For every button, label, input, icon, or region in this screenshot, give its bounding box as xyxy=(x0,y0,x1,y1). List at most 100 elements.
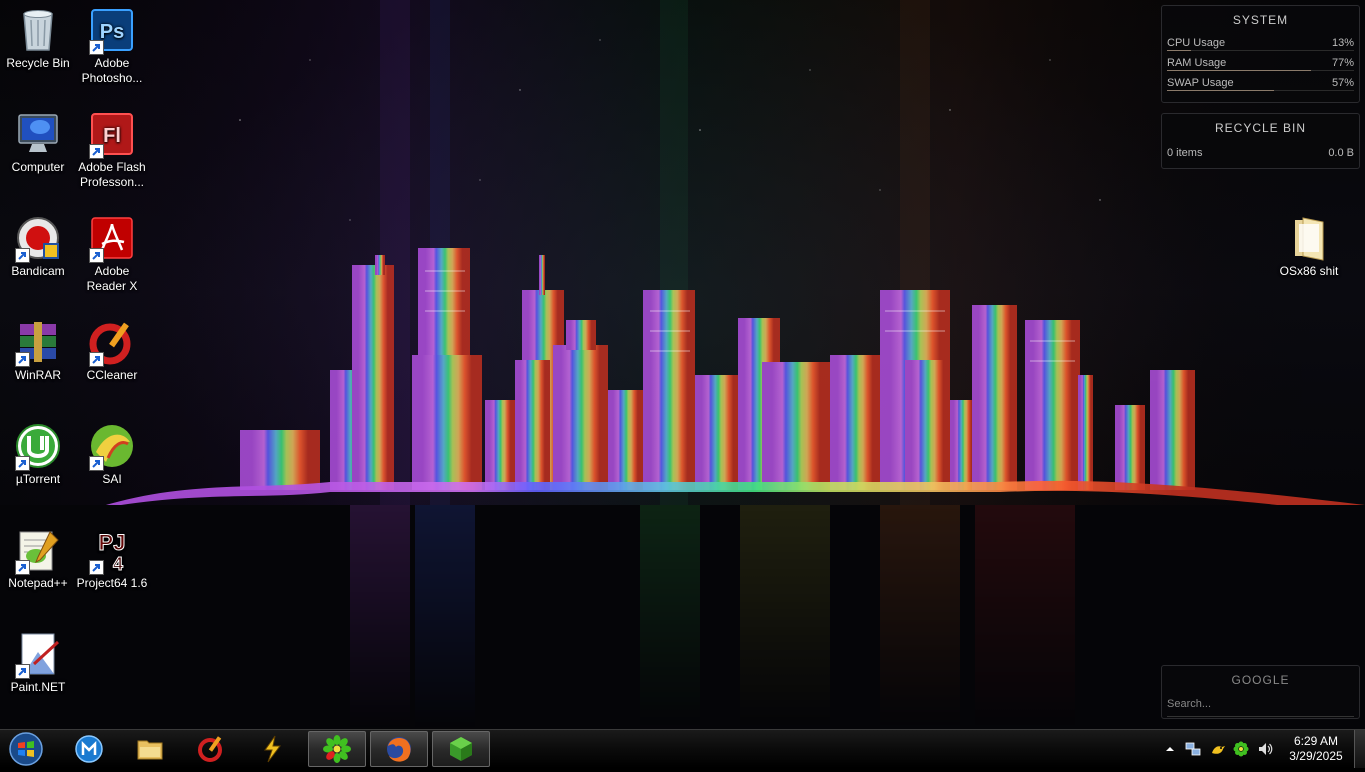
recycle-bin-icon xyxy=(23,10,53,51)
ccleaner-icon xyxy=(198,736,222,762)
desktop-icon-project64[interactable]: PJ 4 Project64 1.6 xyxy=(74,526,150,591)
network-icon xyxy=(1185,742,1201,756)
desktop-icon-label: Notepad++ xyxy=(8,576,68,590)
shortcut-arrow-icon xyxy=(15,456,30,471)
taskbar-maxthon[interactable] xyxy=(60,731,118,767)
icq-icon xyxy=(323,735,351,763)
tray-icq[interactable] xyxy=(1233,741,1249,757)
shortcut-arrow-icon xyxy=(15,248,30,263)
tray-volume[interactable] xyxy=(1257,741,1273,757)
desktop-icon-label: OSx86 shit xyxy=(1279,264,1339,278)
shortcut-arrow-icon xyxy=(89,248,104,263)
cpu-usage-value: 13% xyxy=(1331,37,1354,49)
swap-usage-row: SWAP Usage 57% xyxy=(1162,73,1359,93)
show-hidden-icons-button[interactable] xyxy=(1162,741,1178,757)
desktop-icon-bandicam[interactable]: Bandicam xyxy=(0,214,76,279)
swap-usage-label: SWAP Usage xyxy=(1167,77,1234,89)
explorer-folder-icon xyxy=(137,740,163,760)
cpu-usage-bar xyxy=(1167,50,1192,51)
desktop-icon-ccleaner[interactable]: CCleaner xyxy=(74,318,150,383)
tray-network[interactable] xyxy=(1185,741,1201,757)
recycle-bin-size: 0.0 B xyxy=(1328,147,1354,159)
desktop-icon-label: SAI xyxy=(102,472,122,486)
taskbar-icq[interactable] xyxy=(308,731,366,767)
gadget-title: SYSTEM xyxy=(1232,13,1289,27)
cube-icon xyxy=(450,737,472,761)
ram-usage-bar xyxy=(1167,70,1311,71)
desktop-icon-label: Recycle Bin xyxy=(6,56,70,70)
desktop-icon-notepadpp[interactable]: Notepad++ xyxy=(0,526,76,591)
desktop-icon-label: Computer xyxy=(11,160,65,174)
desktop-icon-label: Adobe Flash Professon... xyxy=(78,160,146,189)
bird-icon xyxy=(1212,746,1225,754)
svg-text:Fl: Fl xyxy=(103,125,121,147)
desktop-icon-sai[interactable]: SAI xyxy=(74,422,150,487)
gadget-title: RECYCLE BIN xyxy=(1214,121,1307,135)
desktop-icon-photoshop[interactable]: Ps Adobe Photosho... xyxy=(74,6,150,86)
ram-usage-row: RAM Usage 77% xyxy=(1162,53,1359,73)
gadget-title: GOOGLE xyxy=(1231,673,1290,687)
shortcut-arrow-icon xyxy=(89,560,104,575)
windows-orb-icon xyxy=(9,732,43,766)
desktop-icon-adobe-reader[interactable]: Adobe Reader X xyxy=(74,214,150,294)
desktop-icon-label: WinRAR xyxy=(14,368,61,382)
taskbar-winamp[interactable] xyxy=(243,731,301,767)
svg-text:PJ: PJ xyxy=(99,530,126,555)
taskbar-firefox[interactable] xyxy=(370,731,428,767)
google-search-gadget[interactable]: GOOGLE Search... xyxy=(1161,665,1360,719)
winamp-icon xyxy=(264,735,281,763)
desktop-icon-label: Adobe Reader X xyxy=(86,264,138,293)
shortcut-arrow-icon xyxy=(15,560,30,575)
desktop-icon-label: Paint.NET xyxy=(10,680,66,694)
volume-icon xyxy=(1259,743,1273,755)
desktop-icon-label: CCleaner xyxy=(86,368,138,382)
chevron-up-icon xyxy=(1166,747,1174,751)
desktop-icon-label: µTorrent xyxy=(15,472,61,486)
clock-time: 6:29 AM xyxy=(1293,734,1339,748)
desktop-icon-recycle-bin[interactable]: Recycle Bin xyxy=(0,6,76,71)
desktop-icon-label: Project64 1.6 xyxy=(76,576,148,590)
desktop-icon-adobe-flash[interactable]: Fl Adobe Flash Professon... xyxy=(74,110,150,190)
recycle-bin-gadget[interactable]: RECYCLE BIN 0 items 0.0 B xyxy=(1161,113,1360,169)
shortcut-arrow-icon xyxy=(89,144,104,159)
desktop-icon-osx86-folder[interactable]: OSx86 shit xyxy=(1271,214,1347,279)
recycle-bin-items: 0 items xyxy=(1167,147,1203,159)
google-search-input[interactable]: Search... xyxy=(1167,698,1354,717)
shortcut-arrow-icon xyxy=(89,456,104,471)
cpu-usage-label: CPU Usage xyxy=(1167,37,1226,49)
taskbar-explorer[interactable] xyxy=(121,731,179,767)
shortcut-arrow-icon xyxy=(15,664,30,679)
taskbar-ccleaner[interactable] xyxy=(182,731,240,767)
cpu-usage-row: CPU Usage 13% xyxy=(1162,33,1359,53)
swap-usage-value: 57% xyxy=(1331,77,1354,89)
recycle-bin-row: 0 items 0.0 B xyxy=(1162,143,1359,163)
clock-date: 3/29/2025 xyxy=(1289,749,1343,763)
shortcut-arrow-icon xyxy=(89,352,104,367)
shortcut-arrow-icon xyxy=(15,352,30,367)
desktop-icon-winrar[interactable]: WinRAR xyxy=(0,318,76,383)
desktop-icon-label: Adobe Photosho... xyxy=(81,56,143,85)
desktop[interactable]: Recycle Bin Ps Adobe Photosho... Compute… xyxy=(0,0,1365,729)
wallpaper-city-skyline xyxy=(0,0,1365,729)
ram-usage-value: 77% xyxy=(1331,57,1354,69)
desktop-icon-paintnet[interactable]: Paint.NET xyxy=(0,630,76,695)
tray-bird[interactable] xyxy=(1210,741,1226,757)
shortcut-arrow-icon xyxy=(89,40,104,55)
ram-usage-label: RAM Usage xyxy=(1167,57,1227,69)
taskbar-green-cube-app[interactable] xyxy=(432,731,490,767)
desktop-icon-label: Bandicam xyxy=(11,264,65,278)
icq-icon xyxy=(1233,741,1249,757)
system-gadget[interactable]: SYSTEM CPU Usage 13% RAM Usage 77% SWAP … xyxy=(1161,5,1360,103)
svg-text:4: 4 xyxy=(113,554,123,574)
show-desktop-button[interactable] xyxy=(1354,730,1365,768)
maxthon-icon xyxy=(75,735,103,763)
folder-icon xyxy=(1295,217,1324,261)
start-button[interactable] xyxy=(4,731,48,767)
taskbar: 6:29 AM 3/29/2025 xyxy=(0,729,1365,768)
computer-icon xyxy=(18,114,58,152)
desktop-icon-computer[interactable]: Computer xyxy=(0,110,76,175)
firefox-icon xyxy=(387,737,411,762)
swap-usage-bar xyxy=(1167,90,1274,91)
clock[interactable]: 6:29 AM 3/29/2025 xyxy=(1284,734,1348,764)
desktop-icon-utorrent[interactable]: µTorrent xyxy=(0,422,76,487)
